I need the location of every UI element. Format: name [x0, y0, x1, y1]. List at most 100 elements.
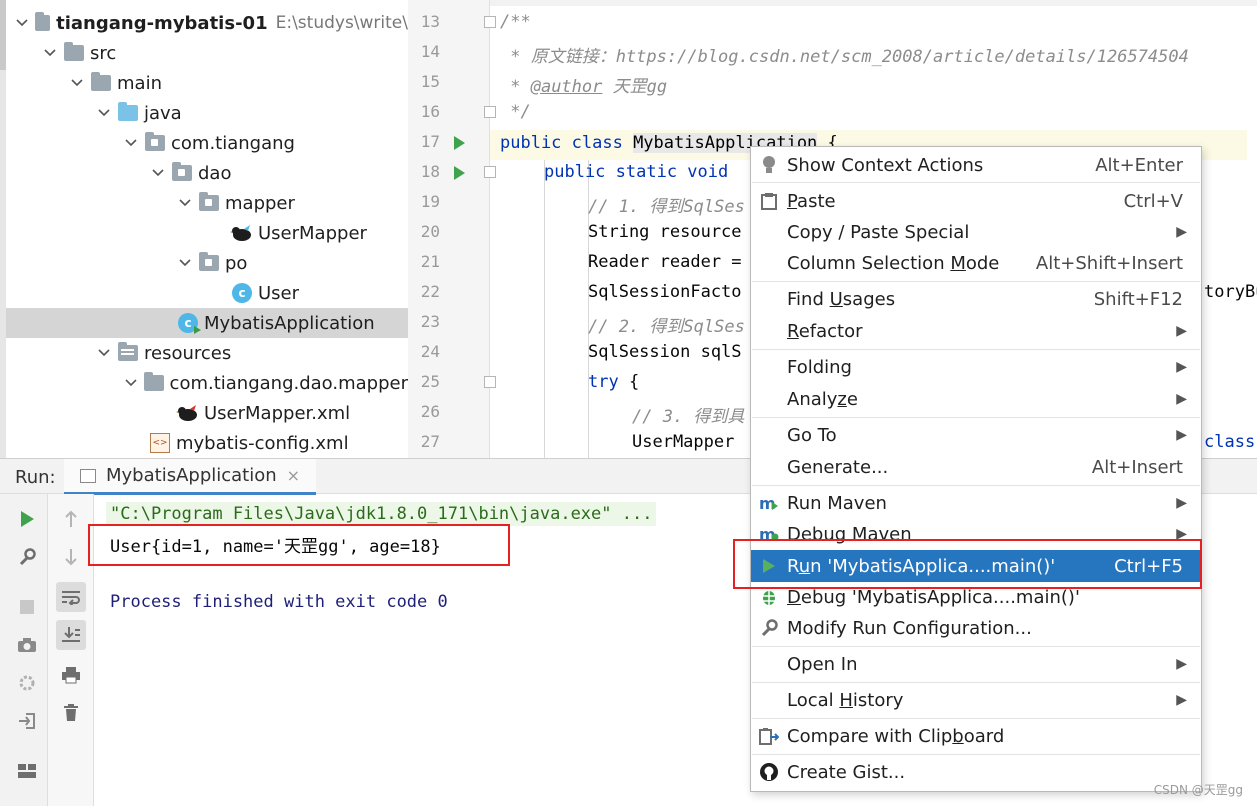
- menu-item-refactor[interactable]: Refactor ▶: [751, 316, 1201, 346]
- tree-node-src[interactable]: src: [6, 38, 408, 68]
- print-icon[interactable]: [56, 660, 86, 690]
- chevron-down-icon[interactable]: [177, 199, 193, 207]
- menu-label-rest: ode: [965, 252, 1000, 274]
- tree-node-user[interactable]: c User: [6, 278, 408, 308]
- fold-marker-icon[interactable]: [484, 16, 496, 28]
- chevron-down-icon[interactable]: [177, 259, 193, 267]
- login-icon[interactable]: [12, 706, 42, 736]
- menu-label: Find Usages: [787, 289, 1094, 310]
- tree-node-mapper-resources[interactable]: com.tiangang.dao.mapper: [6, 368, 408, 398]
- gear-icon[interactable]: [12, 668, 42, 698]
- folder-icon: [144, 372, 164, 391]
- tree-node-java[interactable]: java: [6, 98, 408, 128]
- javadoc-tag: @author: [530, 77, 603, 97]
- menu-item-column-selection-mode[interactable]: Column Selection Mode Alt+Shift+Insert: [751, 248, 1201, 278]
- fold-marker-icon[interactable]: [484, 166, 496, 178]
- chevron-down-icon[interactable]: [96, 109, 112, 117]
- menu-label: Run Maven: [787, 492, 887, 514]
- menu-item-find-usages[interactable]: Find Usages Shift+F12: [751, 284, 1201, 314]
- scroll-to-end-icon[interactable]: [56, 620, 86, 650]
- keyword: try: [588, 372, 619, 392]
- menu-item-generate[interactable]: Generate... Alt+Insert: [751, 452, 1201, 482]
- lightbulb-icon: [751, 156, 787, 174]
- tree-node-usermapper[interactable]: UserMapper: [6, 218, 408, 248]
- submenu-arrow-icon: ▶: [1176, 224, 1187, 240]
- arrow-down-icon[interactable]: [56, 542, 86, 572]
- menu-item-folding[interactable]: Folding ▶: [751, 352, 1201, 382]
- menu-item-show-context-actions[interactable]: Show Context Actions Alt+Enter: [751, 150, 1201, 180]
- submenu-arrow-icon: ▶: [1176, 495, 1187, 511]
- menu-item-local-history[interactable]: Local History ▶: [751, 685, 1201, 715]
- tree-node-project[interactable]: tiangang-mybatis-01 E:\studys\write\: [6, 8, 408, 38]
- line-number: 26: [420, 402, 440, 421]
- watermark: CSDN @天罡gg: [1153, 783, 1243, 797]
- submenu-arrow-icon: ▶: [1176, 427, 1187, 443]
- layout-icon[interactable]: [12, 756, 42, 786]
- close-icon[interactable]: ×: [287, 466, 300, 485]
- line-number: 27: [420, 432, 440, 451]
- tree-node-main[interactable]: main: [6, 68, 408, 98]
- menu-item-paste[interactable]: Paste Ctrl+V: [751, 186, 1201, 216]
- stop-icon[interactable]: [12, 592, 42, 622]
- menu-item-go-to[interactable]: Go To ▶: [751, 420, 1201, 450]
- menu-item-analyze[interactable]: Analyze ▶: [751, 384, 1201, 414]
- menu-separator: [752, 718, 1200, 719]
- run-gutter-icon[interactable]: [454, 166, 465, 180]
- chevron-down-icon[interactable]: [69, 79, 85, 87]
- keyword: public class: [500, 133, 634, 153]
- menu-item-open-in[interactable]: Open In ▶: [751, 649, 1201, 679]
- menu-label: Modify Run Configuration...: [787, 617, 1032, 639]
- fold-marker-icon[interactable]: [484, 376, 496, 388]
- line-number: 13: [420, 12, 440, 31]
- rerun-icon[interactable]: [12, 504, 42, 534]
- menu-item-compare-clipboard[interactable]: Compare with Clipboard: [751, 721, 1201, 751]
- run-tab-mybatisapplication[interactable]: MybatisApplication ×: [64, 459, 317, 495]
- menu-item-run-maven[interactable]: m Run Maven ▶: [751, 488, 1201, 518]
- menu-item-modify-run-configuration[interactable]: Modify Run Configuration...: [751, 613, 1201, 643]
- fold-marker-icon[interactable]: [484, 106, 496, 118]
- tree-node-dao[interactable]: dao: [6, 158, 408, 188]
- tree-node-resources[interactable]: resources: [6, 338, 408, 368]
- tree-label: src: [90, 42, 117, 64]
- chevron-down-icon[interactable]: [16, 19, 29, 27]
- chevron-down-icon[interactable]: [42, 49, 58, 57]
- tree-label: mybatis-config.xml: [176, 432, 349, 454]
- code-line-24: SqlSession sqlS: [588, 342, 742, 362]
- code-line-15: * @author 天罡gg: [500, 72, 667, 97]
- wrench-icon[interactable]: [12, 542, 42, 572]
- tree-node-po[interactable]: po: [6, 248, 408, 278]
- chevron-down-icon[interactable]: [123, 379, 138, 387]
- menu-separator: [752, 417, 1200, 418]
- tree-label: po: [225, 252, 248, 274]
- tree-node-com-tiangang[interactable]: com.tiangang: [6, 128, 408, 158]
- code-line-25: try {: [588, 372, 639, 392]
- tree-node-mybatis-config[interactable]: <> mybatis-config.xml: [6, 428, 408, 458]
- trash-icon[interactable]: [56, 698, 86, 728]
- tree-node-mapper[interactable]: mapper: [6, 188, 408, 218]
- menu-item-copy-paste-special[interactable]: Copy / Paste Special ▶: [751, 217, 1201, 247]
- menu-shortcut: Alt+Insert: [1091, 456, 1183, 478]
- menu-item-create-gist[interactable]: Create Gist...: [751, 757, 1201, 787]
- tree-node-usermapper-xml[interactable]: UserMapper.xml: [6, 398, 408, 428]
- chevron-down-icon[interactable]: [123, 139, 139, 147]
- run-gutter-icon[interactable]: [454, 136, 465, 150]
- menu-label: Go To: [787, 424, 837, 446]
- camera-icon[interactable]: [12, 630, 42, 660]
- mnemonic: M: [950, 252, 966, 274]
- mybatis-bird-icon: [176, 405, 197, 421]
- project-path: E:\studys\write\: [275, 13, 408, 33]
- arrow-up-icon[interactable]: [56, 504, 86, 534]
- chevron-down-icon[interactable]: [96, 349, 112, 357]
- console-icon: [80, 468, 96, 483]
- chevron-down-icon[interactable]: [150, 169, 166, 177]
- brace: {: [618, 372, 640, 392]
- console-command-line[interactable]: "C:\Program Files\Java\jdk1.8.0_171\bin\…: [106, 502, 657, 526]
- xml-file-icon: <>: [150, 433, 170, 453]
- soft-wrap-icon[interactable]: [56, 582, 86, 612]
- code-line-19: // 1. 得到SqlSes: [588, 197, 745, 217]
- menu-separator: [752, 646, 1200, 647]
- menu-label-pre: Analy: [787, 388, 838, 410]
- tree-node-mybatisapplication[interactable]: c MybatisApplication: [6, 308, 408, 338]
- submenu-arrow-icon: ▶: [1176, 656, 1187, 672]
- mybatis-bird-icon: [230, 225, 251, 241]
